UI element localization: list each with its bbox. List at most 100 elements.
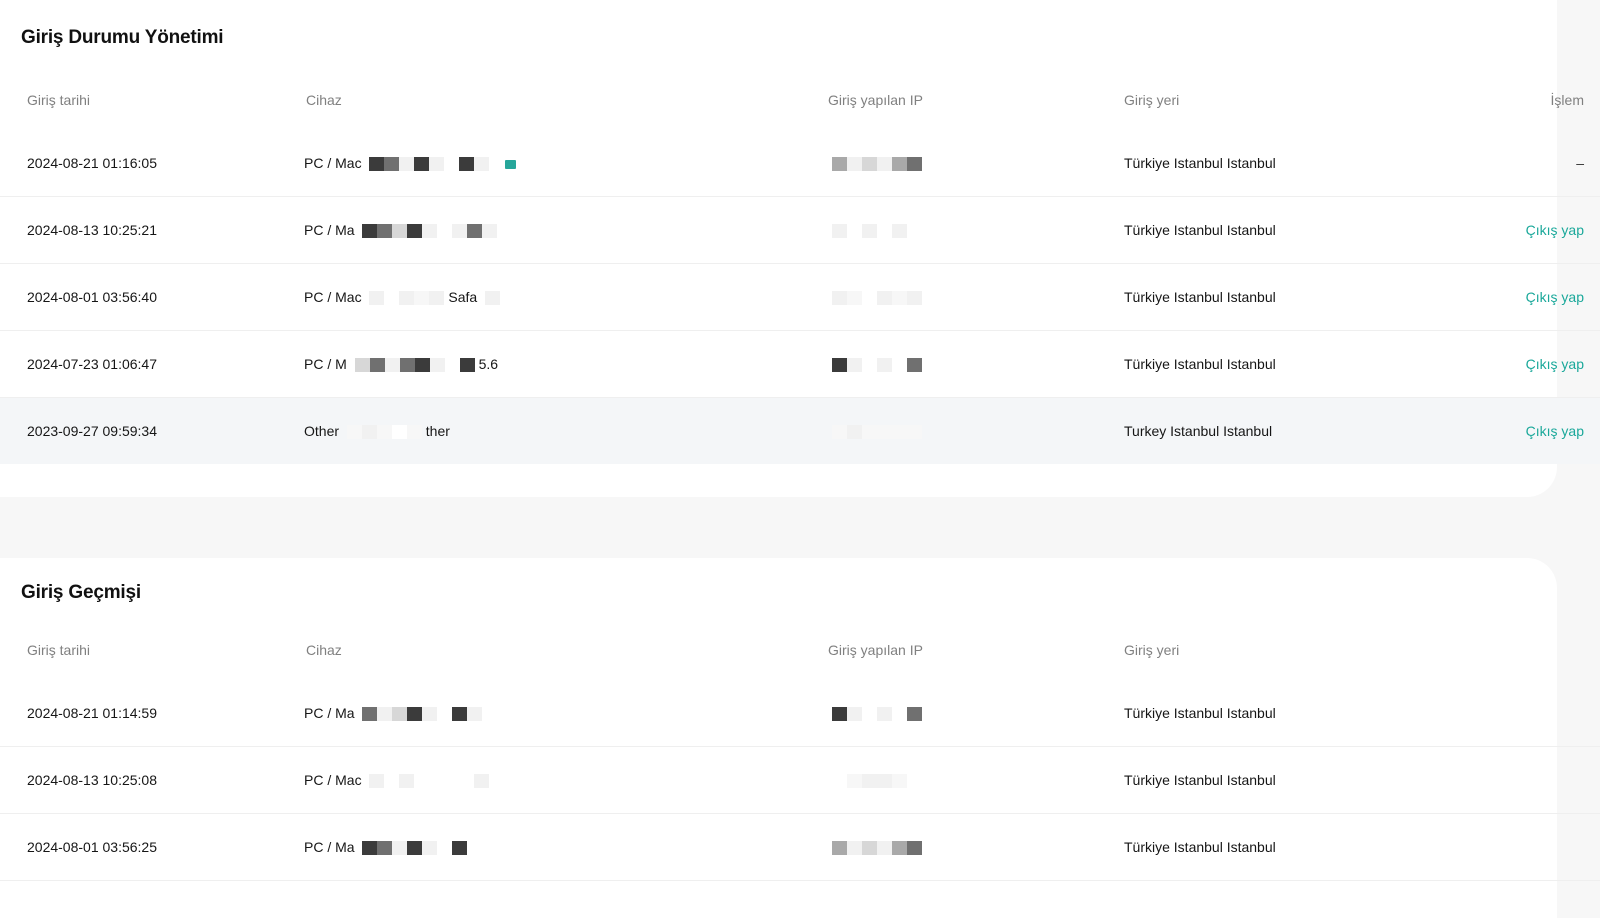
device-text: PC / M bbox=[304, 355, 347, 372]
device-text: PC / Mac bbox=[304, 771, 362, 788]
logout-link[interactable]: Çıkış yap bbox=[1526, 222, 1584, 238]
row-location: Türkiye Istanbul Istanbul bbox=[1124, 746, 1484, 814]
table-row: 2024-08-01 03:56:40 PC / Mac Safa Türkiy… bbox=[0, 263, 1600, 331]
row-action: Çıkış yap bbox=[1484, 196, 1600, 264]
device-suffix: 5.6 bbox=[478, 355, 499, 372]
table-row: 2024-08-21 01:16:05 PC / Mac Türkiye Ist… bbox=[0, 130, 1600, 197]
login-sessions-card: Giriş Durumu Yönetimi Giriş tarihi Cihaz… bbox=[0, 0, 1600, 497]
row-location: Türkiye Istanbul Istanbul bbox=[1124, 263, 1484, 331]
row-action: Çıkış yap bbox=[1484, 330, 1600, 398]
col-login-date: Giriş tarihi bbox=[27, 642, 91, 658]
row-device: PC / M 5.6 bbox=[304, 330, 828, 398]
device-text: PC / Ma bbox=[304, 221, 355, 238]
row-ip bbox=[828, 813, 1124, 881]
redacted-device-info bbox=[354, 358, 475, 373]
table-header-row: Giriş tarihi Cihaz Giriş yapılan IP Giri… bbox=[0, 70, 1600, 130]
row-ip bbox=[828, 746, 1124, 814]
row-device: PC / Mac Safa bbox=[304, 263, 828, 331]
row-ip bbox=[828, 130, 1124, 197]
col-empty bbox=[1484, 620, 1600, 680]
row-location: Türkiye Istanbul Istanbul bbox=[1124, 196, 1484, 264]
row-device: PC / Ma bbox=[304, 680, 828, 747]
row-location: Türkiye Istanbul Istanbul bbox=[1124, 680, 1484, 747]
table-row: 2024-07-23 01:06:47 PC / M 5.6 Türkiye I… bbox=[0, 330, 1600, 398]
history-title: Giriş Geçmişi bbox=[21, 582, 141, 603]
row-date: 2024-08-21 01:14:59 bbox=[0, 680, 304, 747]
logout-link[interactable]: Çıkış yap bbox=[1526, 356, 1584, 372]
col-device: Cihaz bbox=[306, 642, 342, 658]
row-ip bbox=[828, 263, 1124, 331]
row-date: 2024-08-13 10:25:21 bbox=[0, 196, 304, 264]
redacted-ip bbox=[832, 358, 922, 373]
device-text: PC / Ma bbox=[304, 704, 355, 721]
row-ip bbox=[828, 330, 1124, 398]
row-date: 2024-07-23 01:06:47 bbox=[0, 330, 304, 398]
redacted-device-info bbox=[362, 707, 483, 722]
device-tag-icon bbox=[505, 159, 517, 169]
row-date: 2024-08-01 03:56:40 bbox=[0, 263, 304, 331]
row-device: PC / Ma bbox=[304, 196, 828, 264]
table-header-row: Giriş tarihi Cihaz Giriş yapılan IP Giri… bbox=[0, 620, 1600, 680]
row-location: Turkey Istanbul Istanbul bbox=[1124, 397, 1484, 464]
login-history-card: Giriş Geçmişi Giriş tarihi Cihaz Giriş y… bbox=[0, 558, 1600, 918]
history-table: Giriş tarihi Cihaz Giriş yapılan IP Giri… bbox=[0, 620, 1600, 881]
redacted-ip bbox=[832, 224, 907, 239]
device-text: PC / Ma bbox=[304, 838, 355, 855]
row-date: 2024-08-01 03:56:25 bbox=[0, 813, 304, 881]
device-suffix: ther bbox=[425, 422, 450, 439]
table-row: 2024-08-13 10:25:21 PC / Ma Türkiye Ista… bbox=[0, 196, 1600, 264]
redacted-ip bbox=[832, 774, 907, 789]
col-device: Cihaz bbox=[306, 92, 342, 108]
redacted-ip bbox=[832, 707, 922, 722]
row-action: – bbox=[1484, 130, 1600, 197]
redacted-ip bbox=[832, 841, 922, 856]
row-empty bbox=[1484, 746, 1600, 814]
device-suffix: Safa bbox=[448, 288, 478, 305]
col-action: İşlem bbox=[1550, 92, 1584, 108]
logout-link[interactable]: Çıkış yap bbox=[1526, 289, 1584, 305]
row-action: Çıkış yap bbox=[1484, 397, 1600, 464]
sessions-table: Giriş tarihi Cihaz Giriş yapılan IP Giri… bbox=[0, 70, 1600, 464]
device-text: PC / Mac bbox=[304, 154, 362, 171]
redacted-device-info bbox=[362, 224, 498, 239]
row-device: Other ther bbox=[304, 397, 828, 464]
col-location: Giriş yeri bbox=[1124, 92, 1180, 108]
row-empty bbox=[1484, 813, 1600, 881]
row-ip bbox=[828, 196, 1124, 264]
row-location: Türkiye Istanbul Istanbul bbox=[1124, 130, 1484, 197]
col-location: Giriş yeri bbox=[1124, 642, 1180, 658]
redacted-ip bbox=[832, 157, 922, 172]
row-device: PC / Ma bbox=[304, 813, 828, 881]
redacted-device-info bbox=[369, 291, 445, 306]
redacted-device-info bbox=[362, 841, 468, 856]
row-empty bbox=[1484, 680, 1600, 747]
col-ip: Giriş yapılan IP bbox=[828, 92, 923, 108]
row-date: 2024-08-21 01:16:05 bbox=[0, 130, 304, 197]
table-row: 2024-08-01 03:56:25 PC / Ma Türkiye Ista… bbox=[0, 813, 1600, 881]
row-ip bbox=[828, 680, 1124, 747]
row-ip bbox=[828, 397, 1124, 464]
no-action-dash: – bbox=[1576, 155, 1584, 171]
row-date: 2024-08-13 10:25:08 bbox=[0, 746, 304, 814]
logout-link[interactable]: Çıkış yap bbox=[1526, 423, 1584, 439]
row-device: PC / Mac bbox=[304, 130, 828, 197]
sessions-title: Giriş Durumu Yönetimi bbox=[21, 27, 224, 48]
device-text: PC / Mac bbox=[304, 288, 362, 305]
device-text: Other bbox=[304, 422, 340, 439]
redacted-ip bbox=[832, 291, 922, 306]
redacted-device-info bbox=[485, 291, 501, 306]
row-location: Türkiye Istanbul Istanbul bbox=[1124, 813, 1484, 881]
redacted-ip bbox=[832, 425, 922, 440]
row-location: Türkiye Istanbul Istanbul bbox=[1124, 330, 1484, 398]
redacted-device-info bbox=[369, 774, 490, 789]
table-row: 2024-08-13 10:25:08 PC / Mac Türkiye Ist… bbox=[0, 746, 1600, 814]
col-ip: Giriş yapılan IP bbox=[828, 642, 923, 658]
redacted-device-info bbox=[346, 425, 422, 440]
redacted-device-info bbox=[369, 157, 490, 172]
row-date: 2023-09-27 09:59:34 bbox=[0, 397, 304, 464]
row-device: PC / Mac bbox=[304, 746, 828, 814]
row-action: Çıkış yap bbox=[1484, 263, 1600, 331]
table-row: 2023-09-27 09:59:34 Other ther Turkey Is… bbox=[0, 397, 1600, 464]
table-row: 2024-08-21 01:14:59 PC / Ma Türkiye Ista… bbox=[0, 680, 1600, 747]
col-login-date: Giriş tarihi bbox=[27, 92, 91, 108]
